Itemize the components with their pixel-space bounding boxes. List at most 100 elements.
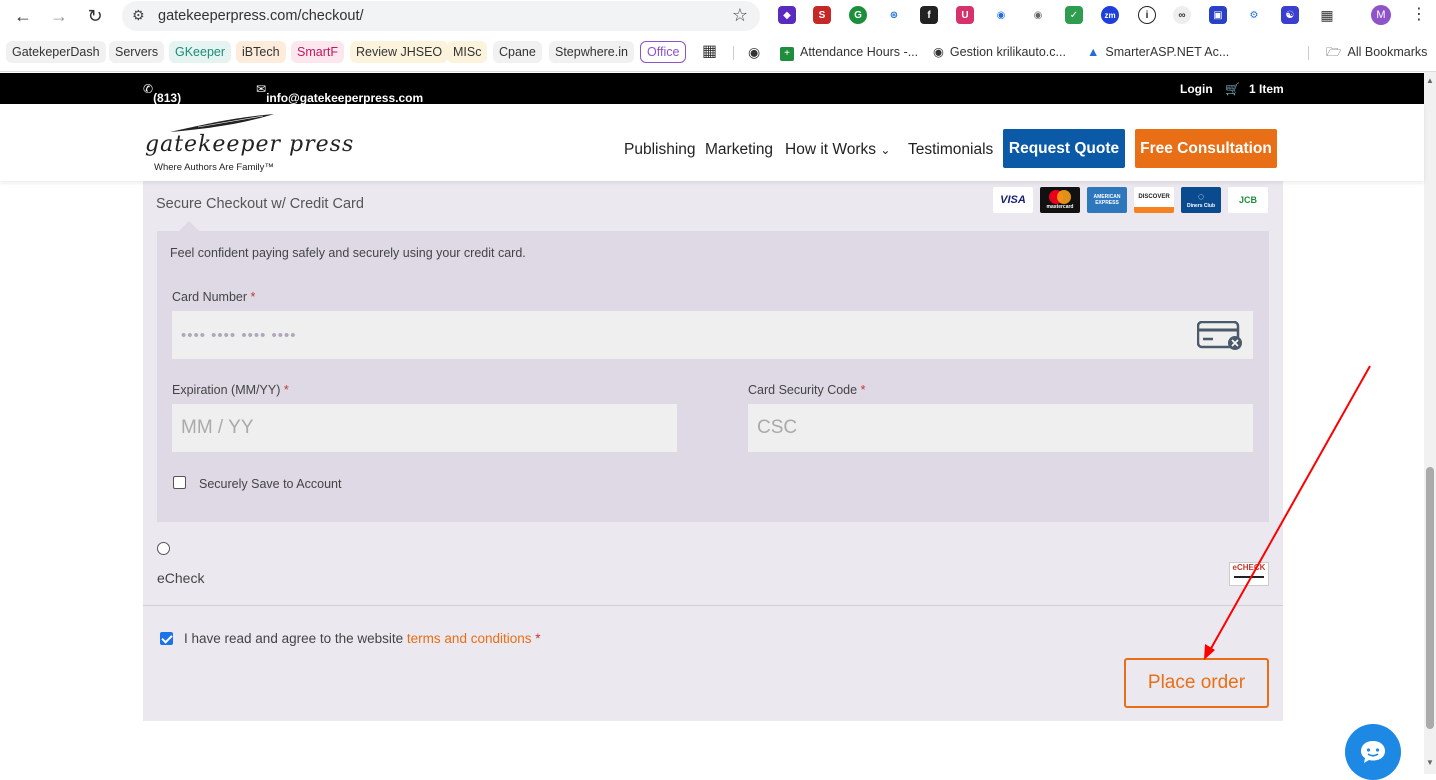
extension-icon[interactable]: ◉ <box>992 6 1010 24</box>
login-link[interactable]: Login <box>1180 82 1213 96</box>
free-consultation-button[interactable]: Free Consultation <box>1135 129 1277 168</box>
menu-kebab-icon[interactable]: ⋮ <box>1411 4 1427 24</box>
mastercard-text: mastercard <box>1046 204 1074 210</box>
bookmark[interactable]: GatekeperDash <box>6 41 106 63</box>
extension-icon[interactable]: ☯ <box>1281 6 1299 24</box>
logo-text[interactable]: gatekeeper press <box>145 132 354 157</box>
bookmark[interactable]: ◉ Gestion krilikauto.c... <box>927 41 1072 63</box>
bookmark-star-icon[interactable]: ☆ <box>732 5 748 26</box>
echeck-logo-line <box>1234 576 1264 578</box>
extension-icon[interactable]: ⚙ <box>1245 6 1263 24</box>
back-icon[interactable]: ← <box>12 5 34 27</box>
extension-icon[interactable]: f <box>920 6 938 24</box>
extension-icon[interactable]: ◆ <box>778 6 796 24</box>
profile-avatar[interactable]: M <box>1371 5 1391 25</box>
zoominfo-icon[interactable]: zm <box>1101 6 1119 24</box>
credit-card-form: Feel confident paying safely and securel… <box>157 221 1269 522</box>
extension-icon[interactable]: U <box>956 6 974 24</box>
cart-icon[interactable]: 🛒 <box>1225 82 1240 96</box>
nav-publishing[interactable]: Publishing <box>624 141 696 159</box>
bookmark-label: Attendance Hours -... <box>800 45 919 59</box>
card-number-placeholder: •••• •••• •••• •••• <box>181 326 297 344</box>
card-number-input[interactable]: •••• •••• •••• •••• <box>172 311 1253 359</box>
extension-icon[interactable]: ⊛ <box>885 6 903 24</box>
visa-logo: VISA <box>993 187 1033 213</box>
scroll-thumb[interactable] <box>1426 467 1434 729</box>
nav-marketing[interactable]: Marketing <box>705 141 773 159</box>
bookmarks-bar: GatekeperDash Servers GKeeper iBTech Sma… <box>0 37 1436 67</box>
info-icon[interactable]: i <box>1138 6 1156 24</box>
required-mark: * <box>250 290 256 304</box>
url-text: gatekeeperpress.com/checkout/ <box>158 8 364 24</box>
address-bar[interactable]: ⚙ gatekeeperpress.com/checkout/ ☆ <box>122 1 760 31</box>
expiration-input[interactable]: MM / YY <box>172 404 677 452</box>
extension-icon[interactable]: ▣ <box>1209 6 1227 24</box>
discover-logo: DISCOVER <box>1134 187 1174 213</box>
site-header: gatekeeper press Where Authors Are Famil… <box>0 104 1424 181</box>
place-order-button[interactable]: Place order <box>1124 658 1269 708</box>
mastercard-circles-icon <box>1049 190 1071 204</box>
all-bookmarks[interactable]: 🗁 All Bookmarks <box>1320 41 1433 63</box>
scroll-down-icon[interactable]: ▼ <box>1426 758 1434 767</box>
puzzle-icon[interactable]: ▦ <box>1318 6 1336 24</box>
terms-link[interactable]: terms and conditions <box>407 631 532 646</box>
bookmark[interactable]: ▲ SmarterASP.NET Ac... <box>1081 41 1235 63</box>
bookmark[interactable]: GKeeper <box>169 41 232 63</box>
divider <box>0 71 1436 72</box>
extension-icon[interactable]: ∞ <box>1173 6 1191 24</box>
terms-checkbox[interactable] <box>160 632 173 645</box>
label-text: Expiration (MM/YY) <box>172 383 281 397</box>
required-mark: * <box>535 631 541 646</box>
chat-bubble-icon <box>1361 741 1385 763</box>
bookmark-label: SmarterASP.NET Ac... <box>1105 45 1230 59</box>
terms-prefix: I have read and agree to the website <box>184 631 404 646</box>
reload-icon[interactable]: ↻ <box>84 5 106 27</box>
site-topbar: ✆(813) 440-3660 ✉ info@gatekeeperpress.c… <box>0 73 1424 133</box>
grammarly-icon[interactable]: G <box>849 6 867 24</box>
scroll-up-icon[interactable]: ▲ <box>1426 76 1434 85</box>
save-to-account-label[interactable]: Securely Save to Account <box>199 477 341 491</box>
required-mark: * <box>283 383 289 397</box>
nav-testimonials[interactable]: Testimonials <box>908 141 993 159</box>
expiration-label: Expiration (MM/YY) * <box>172 383 289 397</box>
bookmark[interactable]: SmartF <box>291 41 344 63</box>
divider <box>143 605 1283 606</box>
shield-icon[interactable]: ✓ <box>1065 6 1083 24</box>
diners-logo: ◌ Diners Club <box>1181 187 1221 213</box>
forward-icon[interactable]: → <box>48 5 70 27</box>
site-info-icon[interactable]: ⚙ <box>132 7 145 24</box>
bookmark-label: Gestion krilikauto.c... <box>949 45 1066 59</box>
payment-panel: Secure Checkout w/ Credit Card VISA mast… <box>143 180 1283 721</box>
page-scrollbar[interactable]: ▲ ▼ <box>1424 72 1436 774</box>
bookmark[interactable]: Cpane <box>493 41 542 63</box>
echeck-radio[interactable] <box>157 542 170 555</box>
mastercard-logo: mastercard <box>1040 187 1080 213</box>
payment-method-title[interactable]: Secure Checkout w/ Credit Card <box>156 196 364 212</box>
globe-icon[interactable]: ◉ <box>742 41 766 63</box>
camera-icon[interactable]: ◉ <box>1029 6 1047 24</box>
bookmark[interactable]: Stepwhere.in <box>549 41 634 63</box>
bookmark[interactable]: Servers <box>109 41 165 63</box>
csc-label: Card Security Code * <box>748 383 865 397</box>
label-text: Card Security Code <box>748 383 858 397</box>
phone-link[interactable]: ✆(813) 440-3660 <box>143 82 181 133</box>
separator <box>733 46 734 60</box>
chevron-down-icon: ⌄ <box>880 143 891 157</box>
apps-grid-icon[interactable]: ▦ <box>696 41 723 63</box>
email-link[interactable]: ✉ info@gatekeeperpress.com <box>256 82 423 105</box>
echeck-logo: eCHECK <box>1229 562 1269 586</box>
chat-widget-button[interactable] <box>1345 724 1401 780</box>
nav-how-it-works[interactable]: How it Works ⌄ <box>785 141 890 159</box>
csc-input[interactable]: CSC <box>748 404 1253 452</box>
request-quote-button[interactable]: Request Quote <box>1003 129 1125 168</box>
extension-icon[interactable]: S <box>813 6 831 24</box>
cart-link[interactable]: 1 Item <box>1249 82 1284 96</box>
required-mark: * <box>860 383 866 397</box>
bookmark[interactable]: MISc <box>447 41 488 63</box>
bookmark[interactable]: Office <box>640 41 687 63</box>
echeck-label[interactable]: eCheck <box>157 570 204 586</box>
save-to-account-checkbox[interactable] <box>173 476 186 489</box>
bookmark[interactable]: Review JHSEO <box>350 41 449 63</box>
bookmark[interactable]: iBTech <box>236 41 286 63</box>
bookmark[interactable]: + Attendance Hours -... <box>774 41 924 63</box>
